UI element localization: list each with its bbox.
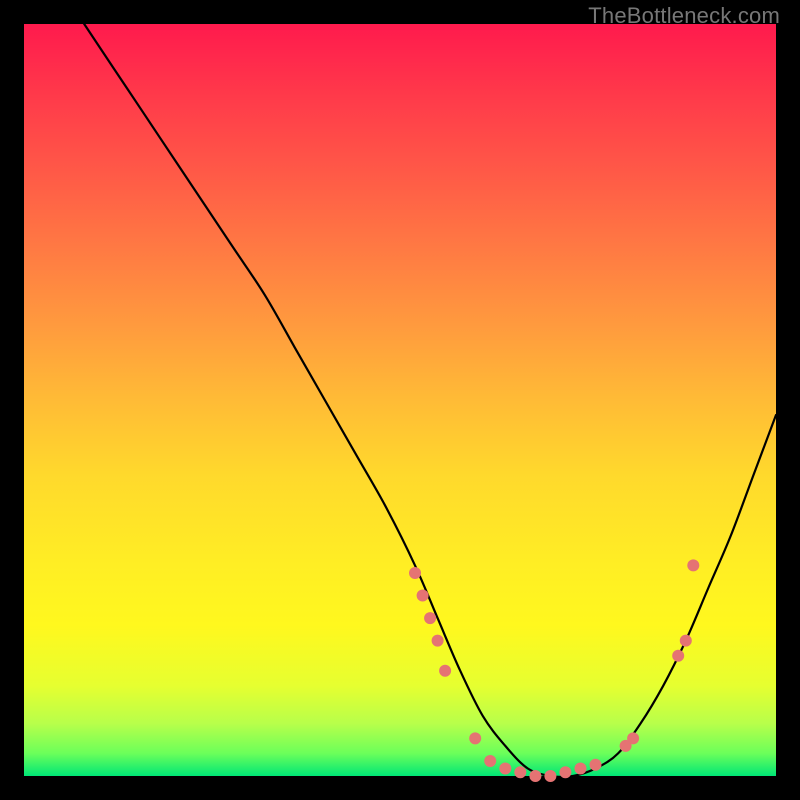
marker-point bbox=[672, 650, 684, 662]
marker-point bbox=[590, 759, 602, 771]
marker-point bbox=[575, 763, 587, 775]
marker-point bbox=[529, 770, 541, 782]
marker-point bbox=[484, 755, 496, 767]
marker-point bbox=[514, 766, 526, 778]
marker-point bbox=[627, 732, 639, 744]
curve-svg bbox=[24, 24, 776, 776]
marker-point bbox=[499, 763, 511, 775]
bottleneck-curve bbox=[84, 24, 776, 777]
marker-point bbox=[559, 766, 571, 778]
marker-point bbox=[432, 635, 444, 647]
marker-point bbox=[544, 770, 556, 782]
marker-point bbox=[409, 567, 421, 579]
marker-point bbox=[424, 612, 436, 624]
plot-area bbox=[24, 24, 776, 776]
marker-point bbox=[680, 635, 692, 647]
marker-point bbox=[439, 665, 451, 677]
marker-point bbox=[417, 590, 429, 602]
marker-point bbox=[469, 732, 481, 744]
chart-frame: TheBottleneck.com bbox=[0, 0, 800, 800]
marker-point bbox=[687, 559, 699, 571]
highlight-markers bbox=[409, 559, 699, 782]
